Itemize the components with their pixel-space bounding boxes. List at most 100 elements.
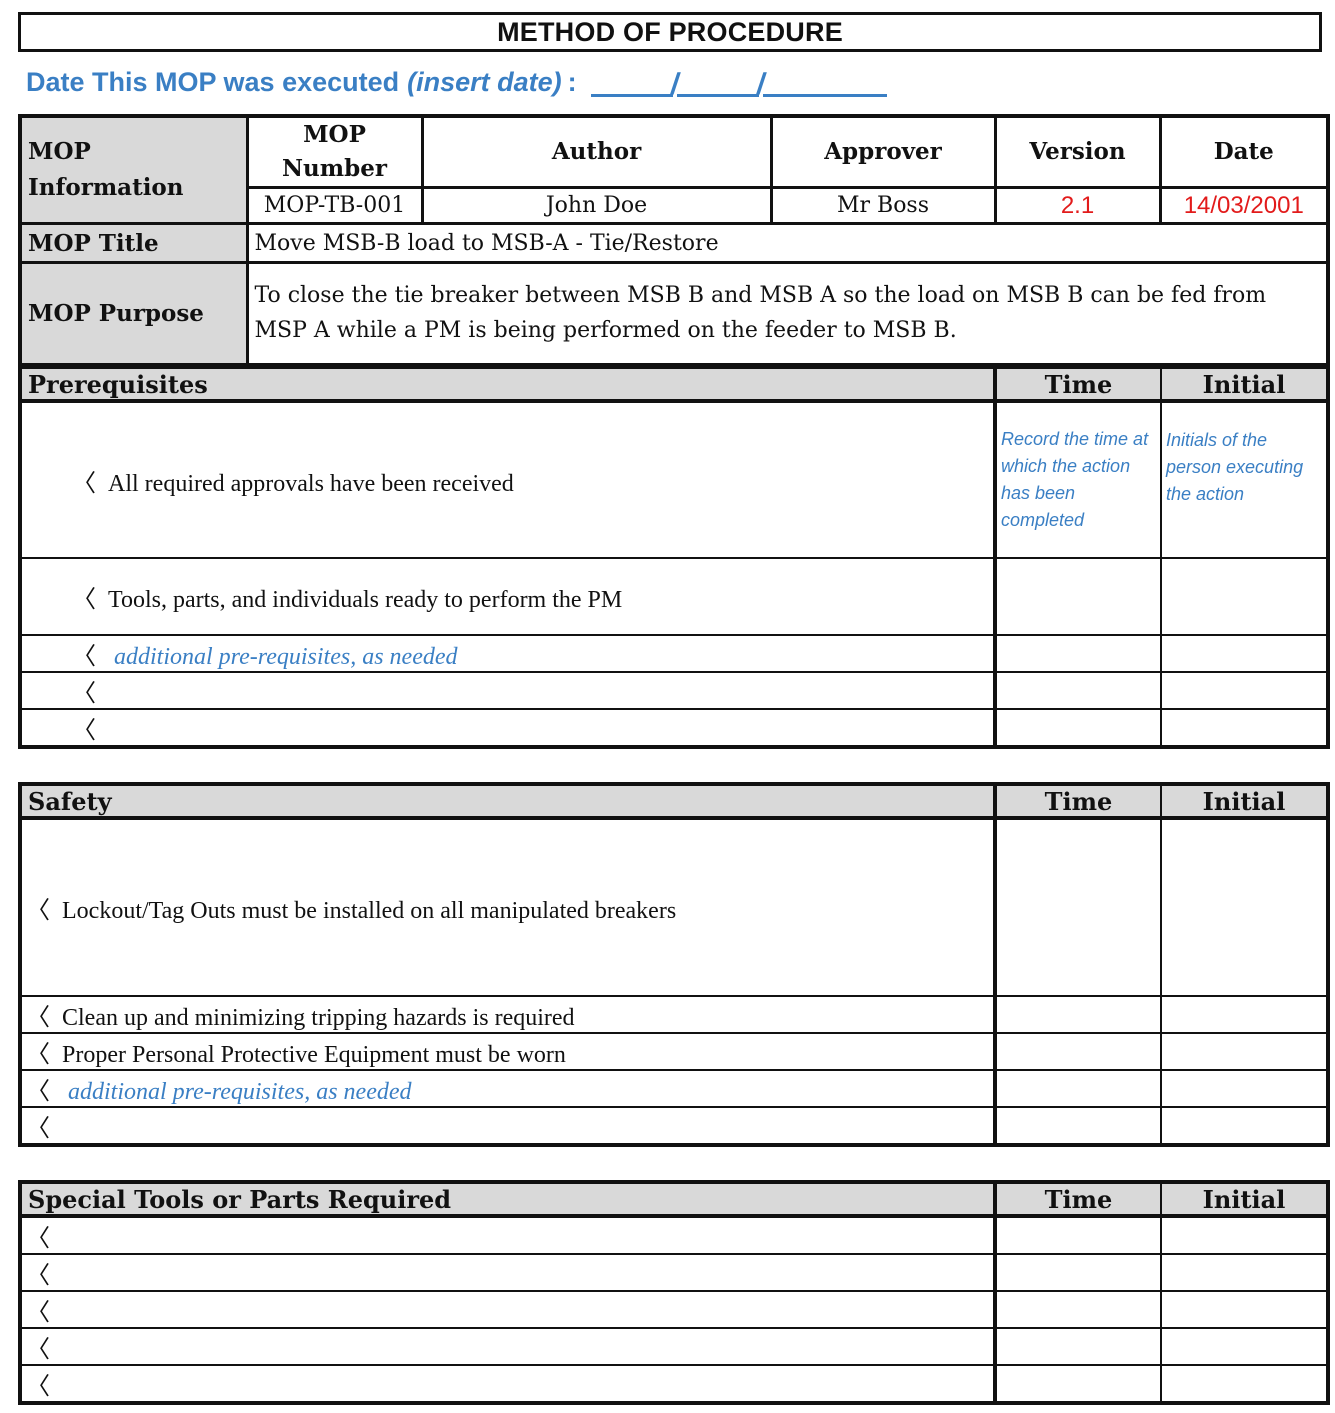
document-title: METHOD OF PROCEDURE	[18, 12, 1322, 52]
checkbox-bullet-icon[interactable]: 〈	[26, 1366, 62, 1401]
checkbox-bullet-icon[interactable]: 〈	[26, 1292, 62, 1327]
prerequisite-time-cell[interactable]	[993, 634, 1162, 673]
special-tools-initial-cell[interactable]	[1160, 1364, 1329, 1404]
special-tools-time-cell[interactable]	[993, 1290, 1162, 1329]
special-tools-item[interactable]: 〈	[19, 1215, 996, 1255]
special-tools-item[interactable]: 〈	[19, 1290, 996, 1329]
column-header-author: Author	[420, 114, 773, 189]
mop-purpose-value[interactable]: To close the tie breaker between MSB B a…	[245, 261, 1330, 366]
mop-information-table: MOP Information MOP Number Author Approv…	[18, 114, 1330, 367]
prerequisite-initial-cell[interactable]	[1160, 708, 1329, 748]
prerequisite-item: 〈	[19, 671, 996, 710]
prerequisite-initial-cell[interactable]	[1160, 634, 1329, 673]
safety-initial-cell[interactable]	[1160, 995, 1329, 1034]
special-tools-item[interactable]: 〈	[19, 1327, 996, 1366]
safety-item-text: Clean up and minimizing tripping hazards…	[62, 1005, 575, 1031]
safety-time-cell[interactable]	[993, 817, 1162, 997]
mop-information-label-text: MOP Information	[28, 138, 184, 201]
prerequisite-time-cell[interactable]	[993, 557, 1162, 636]
prerequisite-item-text: Tools, parts, and individuals ready to p…	[108, 587, 623, 613]
checkbox-bullet-icon[interactable]: 〈	[26, 1108, 62, 1143]
checkbox-bullet-icon[interactable]: 〈	[26, 997, 62, 1032]
prerequisite-row: 〈	[19, 671, 1329, 710]
checkbox-bullet-icon[interactable]: 〈	[72, 579, 108, 614]
safety-initial-cell[interactable]	[1160, 817, 1329, 997]
special-tools-item[interactable]: 〈	[19, 1253, 996, 1292]
special-tools-row: 〈	[19, 1364, 1329, 1404]
special-tools-row: 〈	[19, 1253, 1329, 1292]
checkbox-bullet-icon[interactable]: 〈	[26, 890, 62, 925]
column-header-date: Date	[1158, 114, 1330, 189]
safety-initial-header: Initial	[1160, 783, 1329, 820]
special-tools-initial-cell[interactable]	[1160, 1290, 1329, 1329]
checkbox-bullet-icon[interactable]: 〈	[26, 1071, 62, 1106]
author-value[interactable]: John Doe	[420, 186, 773, 225]
safety-row: 〈 Lockout/Tag Outs must be installed on a…	[19, 817, 1329, 997]
checkbox-bullet-icon[interactable]: 〈	[72, 463, 108, 498]
special-tools-time-cell[interactable]	[993, 1253, 1162, 1292]
initial-hint-text: Initials of the person executing the act…	[1166, 429, 1304, 504]
special-tools-initial-cell[interactable]	[1160, 1253, 1329, 1292]
mop-information-label: MOP Information	[18, 114, 249, 225]
mop-title-value[interactable]: Move MSB-B load to MSB-A - Tie/Restore	[245, 222, 1330, 264]
checkbox-bullet-icon[interactable]: 〈	[26, 1329, 62, 1364]
date-year-blank[interactable]	[763, 70, 888, 97]
mop-title-label: MOP Title	[18, 222, 249, 264]
column-header-mop-number: MOP Number	[245, 114, 424, 189]
checkbox-bullet-icon[interactable]: 〈	[26, 1034, 62, 1069]
approver-value[interactable]: Mr Boss	[769, 186, 997, 225]
special-tools-time-cell[interactable]	[993, 1327, 1162, 1366]
execution-date-field[interactable]: / /	[590, 67, 888, 101]
safety-time-cell[interactable]	[993, 1032, 1162, 1071]
special-tools-title: Special Tools or Parts Required	[19, 1181, 996, 1218]
special-tools-time-header: Time	[993, 1181, 1162, 1218]
safety-initial-cell[interactable]	[1160, 1069, 1329, 1108]
safety-item-text: Lockout/Tag Outs must be installed on al…	[62, 898, 677, 924]
safety-row: 〈 Clean up and minimizing tripping hazard…	[19, 995, 1329, 1034]
mop-purpose-label: MOP Purpose	[18, 261, 249, 366]
version-value[interactable]: 2.1	[993, 186, 1162, 225]
checkbox-bullet-icon[interactable]: 〈	[72, 710, 108, 745]
prerequisite-time-cell[interactable]: Record the time at which the action has …	[993, 400, 1162, 559]
prerequisite-initial-cell[interactable]: Initials of the person executing the act…	[1160, 400, 1329, 559]
safety-initial-cell[interactable]	[1160, 1032, 1329, 1071]
prerequisite-time-cell[interactable]	[993, 708, 1162, 748]
mop-number-value[interactable]: MOP-TB-001	[245, 186, 424, 225]
checkbox-bullet-icon[interactable]: 〈	[26, 1218, 62, 1253]
checkbox-bullet-icon[interactable]: 〈	[72, 636, 108, 671]
special-tools-initial-cell[interactable]	[1160, 1327, 1329, 1366]
prerequisites-initial-header: Initial	[1160, 366, 1329, 403]
prerequisites-time-header: Time	[993, 366, 1162, 403]
prerequisite-initial-cell[interactable]	[1160, 671, 1329, 710]
prerequisite-item: 〈 All required approvals have been receiv…	[19, 400, 996, 559]
date-day-blank[interactable]	[590, 70, 673, 97]
date-month-blank[interactable]	[677, 70, 760, 97]
special-tools-table: Special Tools or Parts Required Time Ini…	[18, 1180, 1330, 1405]
prerequisite-item: 〈	[19, 708, 996, 748]
special-tools-time-cell[interactable]	[993, 1215, 1162, 1255]
date-value[interactable]: 14/03/2001	[1158, 186, 1330, 225]
prerequisite-item: 〈 additional pre-requisites, as needed	[19, 634, 996, 673]
safety-item: 〈 Proper Personal Protective Equipment mu…	[19, 1032, 996, 1071]
safety-row: 〈 additional pre-requisites, as needed	[19, 1069, 1329, 1108]
safety-item: 〈 Lockout/Tag Outs must be installed on a…	[19, 817, 996, 997]
prerequisite-time-cell[interactable]	[993, 671, 1162, 710]
safety-time-cell[interactable]	[993, 1069, 1162, 1108]
safety-row: 〈	[19, 1106, 1329, 1146]
special-tools-row: 〈	[19, 1327, 1329, 1366]
prerequisites-title: Prerequisites	[19, 366, 996, 403]
column-header-approver: Approver	[769, 114, 997, 189]
column-header-version: Version	[993, 114, 1162, 189]
special-tools-item[interactable]: 〈	[19, 1364, 996, 1404]
safety-time-cell[interactable]	[993, 1106, 1162, 1146]
special-tools-initial-cell[interactable]	[1160, 1215, 1329, 1255]
prerequisite-row: 〈 additional pre-requisites, as needed	[19, 634, 1329, 673]
safety-time-cell[interactable]	[993, 995, 1162, 1034]
checkbox-bullet-icon[interactable]: 〈	[26, 1255, 62, 1290]
safety-initial-cell[interactable]	[1160, 1106, 1329, 1146]
prerequisite-initial-cell[interactable]	[1160, 557, 1329, 636]
special-tools-time-cell[interactable]	[993, 1364, 1162, 1404]
checkbox-bullet-icon[interactable]: 〈	[72, 673, 108, 708]
prerequisite-item: 〈 Tools, parts, and individuals ready to …	[19, 557, 996, 636]
special-tools-initial-header: Initial	[1160, 1181, 1329, 1218]
